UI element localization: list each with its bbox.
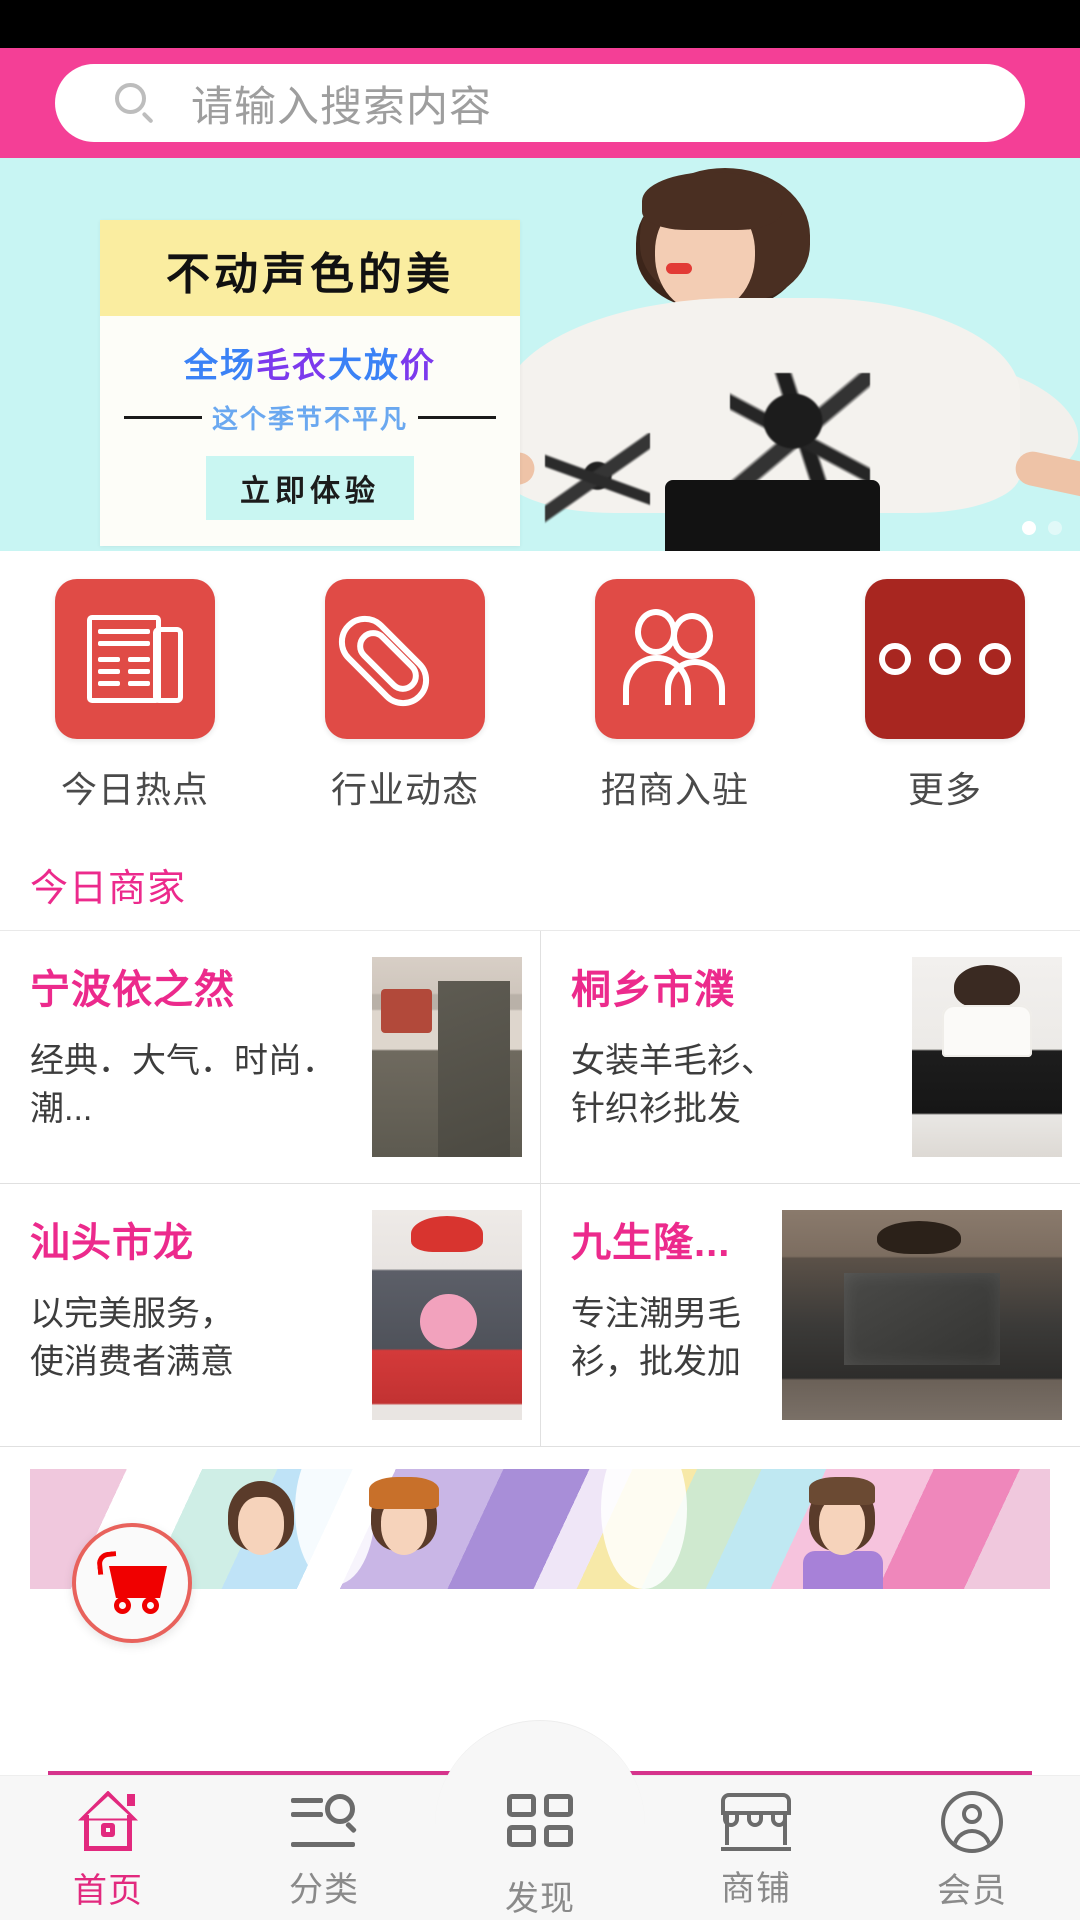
floating-cart-button[interactable]	[72, 1523, 192, 1643]
paperclip-icon	[328, 604, 460, 717]
merchant-name: 汕头市龙	[30, 1221, 194, 1265]
category-item-hot-today[interactable]: 今日热点	[0, 579, 270, 813]
user-circle-icon	[941, 1790, 1003, 1853]
carousel-dot-1[interactable]	[1022, 521, 1036, 535]
banner-tagline-row: 这个季节不平凡	[100, 393, 520, 452]
merchant-text: 汕头市龙 以完美服务， 使消费者满意	[30, 1210, 372, 1387]
merchant-name: 桐乡市濮	[571, 968, 735, 1012]
category-item-industry-news[interactable]: 行业动态	[270, 579, 540, 813]
banner-cta-button[interactable]: 立即体验	[206, 456, 414, 520]
merchant-desc: 女装羊毛衫、 针织衫批发	[571, 1042, 775, 1129]
merchant-thumbnail	[372, 957, 522, 1157]
category-icon-tile	[55, 579, 215, 739]
home-icon	[75, 1790, 141, 1853]
bottom-navigation: 首页 分类 发现 商铺 会员	[0, 1720, 1080, 1920]
banner-cta-wrap: 立即体验	[100, 452, 520, 546]
search-icon	[113, 81, 157, 125]
merchant-desc: 经典．大气．时尚．潮...	[30, 1042, 336, 1129]
banner-subline: 全场毛衣大放价	[100, 316, 520, 393]
three-dots-icon	[879, 643, 1011, 675]
merchant-desc: 专注潮男毛衫，批发加	[571, 1295, 741, 1382]
nav-label: 商铺	[721, 1869, 791, 1908]
category-label: 今日热点	[60, 769, 209, 810]
banner-subline-part-1: 全场	[184, 347, 256, 385]
strip-model-1	[224, 1481, 298, 1585]
merchant-text: 桐乡市濮 女装羊毛衫、 针织衫批发	[571, 957, 912, 1134]
quick-category-row: 今日热点 行业动态 招商入驻 更多	[0, 551, 1080, 839]
carousel-indicators[interactable]	[1022, 521, 1062, 535]
section-title-merchants: 今日商家	[30, 868, 187, 910]
merchant-desc: 以完美服务， 使消费者满意	[30, 1295, 234, 1382]
newspaper-icon	[87, 615, 183, 703]
banner-headline: 不动声色的美	[166, 249, 454, 300]
merchant-thumbnail	[912, 957, 1062, 1157]
merchant-name: 九生隆...	[571, 1221, 731, 1265]
category-icon-tile	[865, 579, 1025, 739]
category-icon-tile	[325, 579, 485, 739]
merchant-card-4[interactable]: 九生隆... 专注潮男毛衫，批发加	[540, 1184, 1080, 1446]
banner-headline-band: 不动声色的美	[100, 220, 520, 316]
banner-tagline: 这个季节不平凡	[212, 404, 409, 434]
status-bar	[0, 0, 1080, 48]
category-label: 招商入驻	[600, 769, 749, 810]
nav-label: 首页	[73, 1871, 143, 1910]
search-input[interactable]: 请输入搜索内容	[55, 64, 1025, 142]
merchant-grid: 宁波依之然 经典．大气．时尚．潮... 桐乡市濮 女装羊毛衫、 针织衫批发 汕头…	[0, 930, 1080, 1447]
nav-item-member[interactable]: 会员	[864, 1776, 1080, 1920]
nav-label: 发现	[505, 1880, 575, 1918]
category-label: 更多	[907, 769, 982, 810]
tagline-rule-left	[124, 416, 202, 419]
merchant-card-2[interactable]: 桐乡市濮 女装羊毛衫、 针织衫批发	[540, 931, 1080, 1183]
category-item-merchant-join[interactable]: 招商入驻	[540, 579, 810, 813]
two-users-icon	[619, 609, 731, 709]
banner-subline-part-2: 毛衣	[256, 347, 328, 385]
merchant-text: 九生隆... 专注潮男毛衫，批发加	[571, 1210, 782, 1387]
category-item-more[interactable]: 更多	[810, 579, 1080, 813]
shop-icon	[721, 1792, 791, 1851]
strip-shape	[295, 1469, 376, 1585]
category-search-icon	[291, 1792, 358, 1852]
merchant-card-1[interactable]: 宁波依之然 经典．大气．时尚．潮...	[0, 931, 540, 1183]
merchant-row: 宁波依之然 经典．大气．时尚．潮... 桐乡市濮 女装羊毛衫、 针织衫批发	[0, 931, 1080, 1184]
grid-squares-icon	[507, 1794, 573, 1847]
nav-item-category[interactable]: 分类	[216, 1776, 432, 1920]
nav-label: 会员	[937, 1871, 1007, 1910]
carousel-dot-2[interactable]	[1048, 521, 1062, 535]
tagline-rule-right	[418, 416, 497, 419]
search-placeholder: 请输入搜索内容	[191, 82, 493, 130]
banner-subline-part-4: 价	[400, 347, 436, 385]
strip-shape	[601, 1469, 688, 1589]
nav-item-home[interactable]: 首页	[0, 1776, 216, 1920]
category-icon-tile	[595, 579, 755, 739]
strip-model-2	[367, 1477, 441, 1585]
merchant-text: 宁波依之然 经典．大气．时尚．潮...	[30, 957, 372, 1134]
promo-banner-carousel[interactable]: 不动声色的美 全场毛衣大放价 这个季节不平凡 立即体验	[0, 158, 1080, 551]
search-header: 请输入搜索内容	[0, 48, 1080, 158]
merchant-thumbnail	[372, 1210, 522, 1420]
nav-bar: 首页 分类 发现 商铺 会员	[0, 1720, 1080, 1920]
merchant-card-3[interactable]: 汕头市龙 以完美服务， 使消费者满意	[0, 1184, 540, 1446]
banner-promo-card: 不动声色的美 全场毛衣大放价 这个季节不平凡 立即体验	[100, 220, 520, 546]
merchant-row: 汕头市龙 以完美服务， 使消费者满意 九生隆... 专注潮男毛衫，批发加	[0, 1184, 1080, 1447]
merchant-thumbnail	[782, 1210, 1062, 1420]
nav-item-shop[interactable]: 商铺	[648, 1776, 864, 1920]
strip-model-3	[803, 1477, 884, 1589]
shopping-cart-icon	[95, 1551, 169, 1614]
banner-model-photo	[447, 158, 1080, 551]
banner-subline-part-3: 大放	[328, 347, 400, 385]
category-label: 行业动态	[330, 769, 479, 810]
nav-item-discover[interactable]: 发现	[432, 1776, 648, 1920]
nav-label: 分类	[289, 1870, 359, 1909]
merchant-name: 宁波依之然	[30, 968, 235, 1012]
